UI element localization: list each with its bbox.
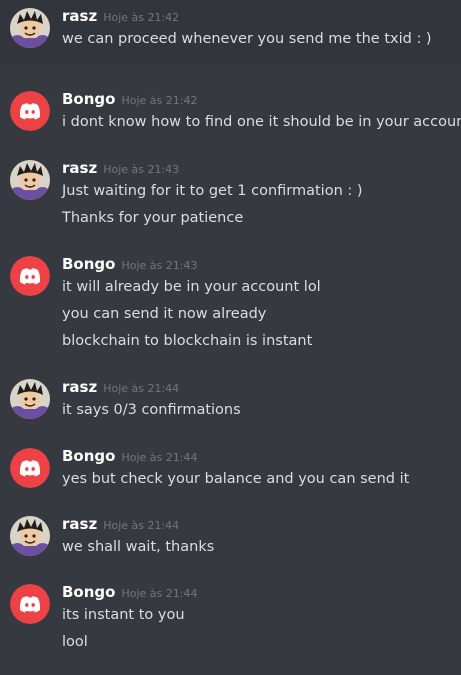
message-group[interactable]: rasz Hoje às 21:44 we shall wait, thanks bbox=[0, 508, 461, 558]
timestamp: Hoje às 21:42 bbox=[103, 11, 180, 24]
timestamp: Hoje às 21:44 bbox=[103, 519, 180, 532]
message-text: its instant to you bbox=[62, 607, 185, 623]
username[interactable]: Bongo bbox=[62, 583, 115, 601]
avatar[interactable] bbox=[10, 516, 50, 556]
chat-message-list[interactable]: rasz Hoje às 21:42 we can proceed whenever… bbox=[0, 0, 461, 675]
message-header: Bongo Hoje às 21:44 bbox=[62, 440, 455, 466]
message-header: Bongo Hoje às 21:43 bbox=[62, 248, 455, 274]
message-header: rasz Hoje às 21:43 bbox=[62, 152, 455, 178]
username[interactable]: rasz bbox=[62, 515, 97, 533]
message-text: we shall wait, thanks bbox=[62, 539, 215, 555]
avatar[interactable] bbox=[10, 379, 50, 419]
message-group[interactable]: Bongo Hoje às 21:42 i dont know how to fin… bbox=[0, 83, 461, 133]
message-text: we can proceed whenever you send me the … bbox=[62, 31, 432, 47]
discord-logo-icon[interactable] bbox=[10, 256, 50, 296]
discord-logo-icon[interactable] bbox=[10, 91, 50, 131]
discord-logo-icon[interactable] bbox=[10, 448, 50, 488]
message-header: Bongo Hoje às 21:42 bbox=[62, 83, 455, 109]
message-text: Thanks for your patience bbox=[62, 210, 244, 226]
username[interactable]: rasz bbox=[62, 159, 97, 177]
username[interactable]: rasz bbox=[62, 378, 97, 396]
message-group[interactable]: rasz Hoje às 21:44 it says 0/3 confirmatio… bbox=[0, 371, 461, 421]
username[interactable]: rasz bbox=[62, 7, 97, 25]
timestamp: Hoje às 21:44 bbox=[121, 587, 198, 600]
timestamp: Hoje às 21:43 bbox=[103, 163, 180, 176]
message-text: it will already be in your account lol bbox=[62, 279, 321, 295]
timestamp: Hoje às 21:43 bbox=[121, 259, 198, 272]
message-text: you can send it now already bbox=[62, 306, 267, 322]
timestamp: Hoje às 21:44 bbox=[103, 382, 180, 395]
message-text: i dont know how to find one it should be… bbox=[62, 114, 461, 130]
avatar[interactable] bbox=[10, 8, 50, 48]
message-group[interactable]: rasz Hoje às 21:43 Just waiting for it to … bbox=[0, 152, 461, 230]
message-group[interactable]: Bongo Hoje às 21:44 yes but check your bal… bbox=[0, 440, 461, 490]
timestamp: Hoje às 21:42 bbox=[121, 94, 198, 107]
avatar[interactable] bbox=[10, 160, 50, 200]
message-text: blockchain to blockchain is instant bbox=[62, 333, 313, 349]
message-group[interactable]: Bongo Hoje às 21:44 its instant to you lool bbox=[0, 576, 461, 654]
message-header: rasz Hoje às 21:44 bbox=[62, 371, 455, 397]
message-text: lool bbox=[62, 634, 88, 650]
message-text: Just waiting for it to get 1 confirmatio… bbox=[62, 183, 363, 199]
username[interactable]: Bongo bbox=[62, 447, 115, 465]
timestamp: Hoje às 21:44 bbox=[121, 451, 198, 464]
username[interactable]: Bongo bbox=[62, 90, 115, 108]
message-text: it says 0/3 confirmations bbox=[62, 402, 241, 418]
message-header: rasz Hoje às 21:44 bbox=[62, 508, 455, 534]
message-group[interactable]: rasz Hoje às 21:42 we can proceed whenever… bbox=[0, 0, 461, 63]
message-group[interactable]: Bongo Hoje às 21:43 it will already be in … bbox=[0, 248, 461, 353]
message-text: yes but check your balance and you can s… bbox=[62, 471, 410, 487]
message-header: rasz Hoje às 21:42 bbox=[62, 0, 455, 26]
discord-logo-icon[interactable] bbox=[10, 584, 50, 624]
message-header: Bongo Hoje às 21:44 bbox=[62, 576, 455, 602]
username[interactable]: Bongo bbox=[62, 255, 115, 273]
